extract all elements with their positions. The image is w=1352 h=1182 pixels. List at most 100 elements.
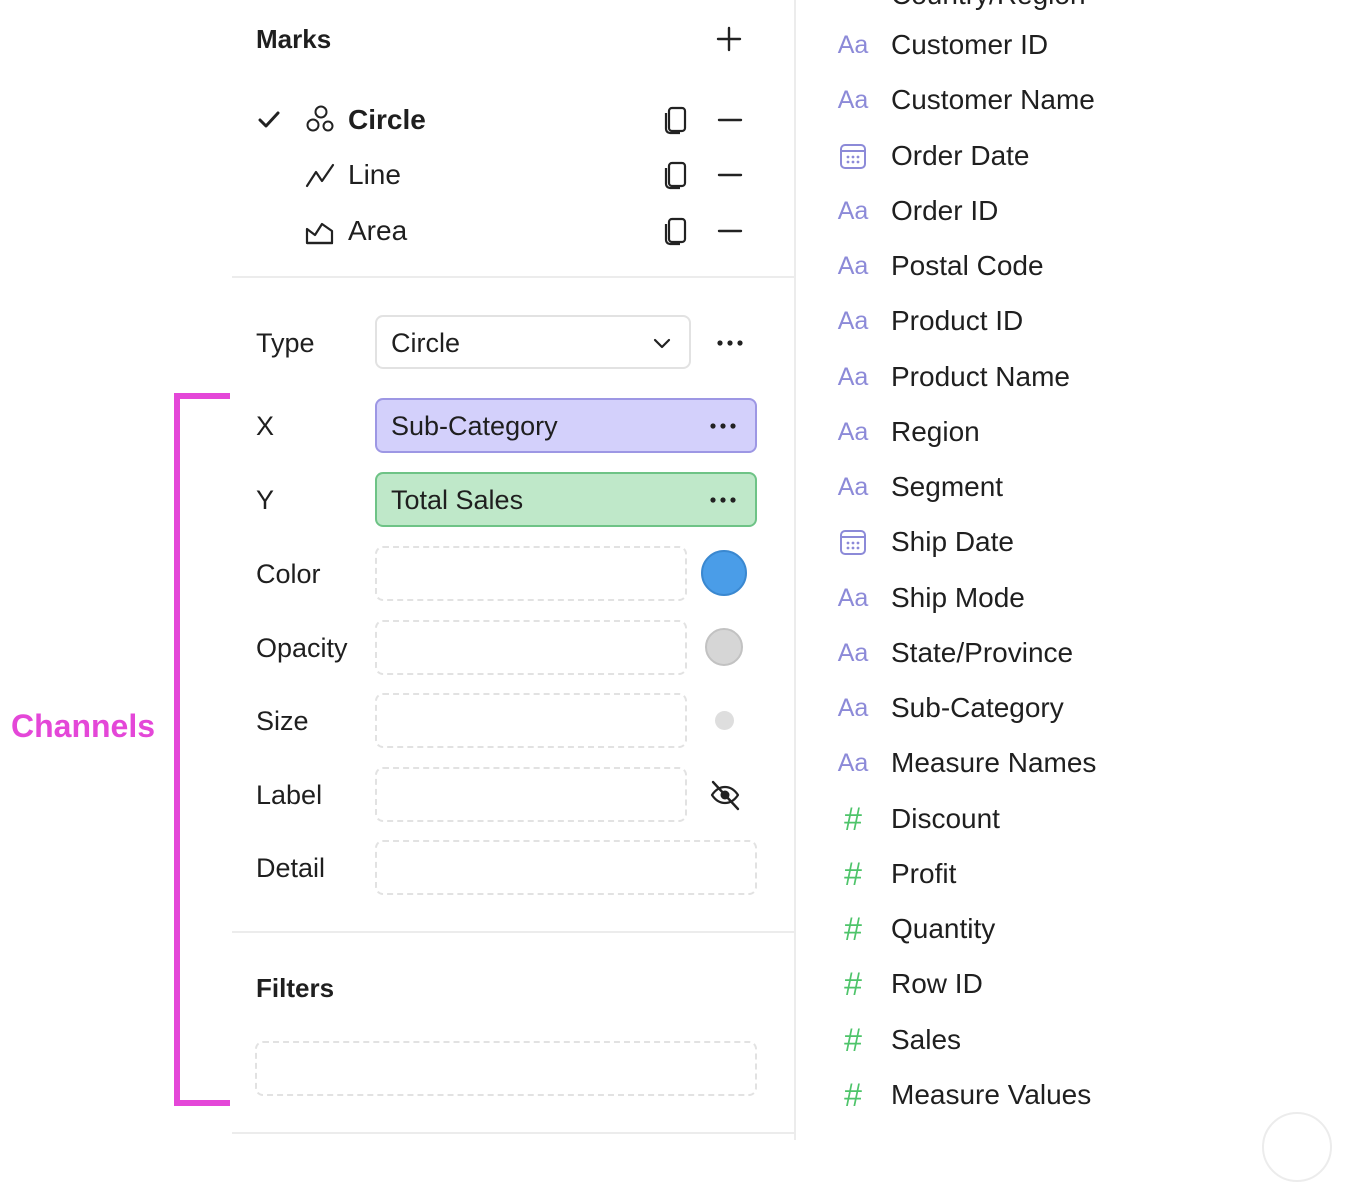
field-item[interactable]: # Measure Values bbox=[836, 1073, 1256, 1117]
size-channel-dropzone[interactable] bbox=[375, 693, 687, 748]
remove-mark-button[interactable] bbox=[714, 215, 746, 247]
y-channel-pill[interactable]: Total Sales bbox=[375, 472, 757, 527]
field-name: Product ID bbox=[891, 305, 1024, 336]
mark-item-line[interactable]: Line bbox=[256, 151, 756, 199]
field-item[interactable]: # Discount bbox=[836, 797, 1256, 841]
field-item[interactable]: Aa Customer Name bbox=[836, 78, 1256, 122]
corner-button[interactable] bbox=[1262, 1112, 1332, 1182]
color-channel-dropzone[interactable] bbox=[375, 546, 687, 601]
field-name: Customer ID bbox=[891, 29, 1049, 60]
field-item[interactable]: Ship Date bbox=[836, 520, 1256, 564]
mark-type-value: Circle bbox=[391, 328, 461, 358]
field-item[interactable]: Order Date bbox=[836, 134, 1256, 178]
minus-icon bbox=[717, 118, 743, 122]
x-channel-pill[interactable]: Sub-Category bbox=[375, 398, 757, 453]
color-swatch[interactable] bbox=[701, 550, 747, 596]
channels-annotation-label: Channels bbox=[11, 708, 156, 744]
mark-item-area[interactable]: Area bbox=[256, 207, 756, 255]
size-channel-label: Size bbox=[256, 706, 309, 736]
check-icon bbox=[258, 111, 280, 128]
field-item[interactable]: Aa Ship Mode bbox=[836, 576, 1256, 620]
field-item[interactable]: Aa Product Name bbox=[836, 355, 1256, 399]
text-type-icon: Aa bbox=[837, 693, 869, 722]
duplicate-icon bbox=[664, 106, 687, 135]
field-name: Region bbox=[891, 416, 980, 447]
number-type-icon: # bbox=[844, 910, 862, 947]
x-channel-more-button[interactable] bbox=[703, 410, 743, 442]
color-channel-label: Color bbox=[256, 559, 321, 589]
field-item[interactable]: # Quantity bbox=[836, 907, 1256, 951]
area-mark-icon bbox=[305, 222, 334, 245]
field-item[interactable]: Aa Segment bbox=[836, 465, 1256, 509]
field-item[interactable]: # Row ID bbox=[836, 962, 1256, 1006]
type-more-button[interactable] bbox=[710, 326, 750, 360]
field-name: Measure Values bbox=[891, 1079, 1092, 1110]
field-item[interactable]: Aa Postal Code bbox=[836, 244, 1256, 288]
text-type-icon: Aa bbox=[837, 30, 869, 59]
label-visibility-toggle[interactable] bbox=[706, 776, 744, 814]
field-item[interactable]: Aa Product ID bbox=[836, 299, 1256, 343]
field-item-partial[interactable]: Country/Region bbox=[891, 0, 1086, 12]
mark-type-select[interactable]: Circle bbox=[375, 315, 691, 369]
mark-item-label: Line bbox=[348, 159, 401, 190]
text-type-icon: Aa bbox=[837, 417, 869, 446]
eye-off-icon bbox=[710, 780, 740, 811]
label-channel-dropzone[interactable] bbox=[375, 767, 687, 822]
opacity-channel-label: Opacity bbox=[256, 633, 348, 663]
line-mark-icon bbox=[305, 163, 335, 188]
remove-mark-button[interactable] bbox=[714, 104, 746, 136]
y-channel-more-button[interactable] bbox=[703, 484, 743, 516]
filters-title: Filters bbox=[256, 973, 335, 1003]
size-swatch[interactable] bbox=[715, 711, 734, 730]
field-item[interactable]: # Profit bbox=[836, 852, 1256, 896]
y-channel-label: Y bbox=[256, 485, 275, 515]
opacity-swatch[interactable] bbox=[705, 628, 743, 666]
field-item[interactable]: Aa Sub-Category bbox=[836, 686, 1256, 730]
text-type-icon: Aa bbox=[837, 251, 869, 280]
field-name: Order ID bbox=[891, 195, 999, 226]
field-name: Ship Date bbox=[891, 526, 1014, 557]
field-name: Postal Code bbox=[891, 250, 1044, 281]
filters-dropzone[interactable] bbox=[255, 1041, 757, 1096]
field-item[interactable]: Aa State/Province bbox=[836, 631, 1256, 675]
x-channel-value: Sub-Category bbox=[391, 411, 558, 441]
more-icon bbox=[710, 497, 736, 503]
field-item[interactable]: Aa Customer ID bbox=[836, 23, 1256, 67]
detail-channel-dropzone[interactable] bbox=[375, 840, 757, 895]
circle-mark-icon bbox=[306, 105, 334, 132]
field-name: Quantity bbox=[891, 913, 996, 944]
field-name: Order Date bbox=[891, 140, 1030, 171]
remove-mark-button[interactable] bbox=[714, 159, 746, 191]
field-name: Product Name bbox=[891, 361, 1070, 392]
text-type-icon: Aa bbox=[837, 362, 869, 391]
number-type-icon: # bbox=[844, 1021, 862, 1058]
text-type-icon: Aa bbox=[837, 638, 869, 667]
field-name: Sales bbox=[891, 1024, 962, 1055]
channels-divider bbox=[232, 931, 794, 933]
field-name: Discount bbox=[891, 803, 1000, 834]
duplicate-mark-button[interactable] bbox=[660, 159, 690, 191]
mark-item-circle[interactable]: Circle bbox=[256, 96, 756, 144]
field-item[interactable]: Aa Region bbox=[836, 410, 1256, 454]
marks-title: Marks bbox=[256, 24, 332, 54]
opacity-channel-dropzone[interactable] bbox=[375, 620, 687, 675]
field-item[interactable]: Aa Measure Names bbox=[836, 741, 1256, 785]
calendar-icon bbox=[836, 524, 870, 560]
field-name: Measure Names bbox=[891, 747, 1097, 778]
field-item[interactable]: Aa Order ID bbox=[836, 189, 1256, 233]
field-name: Segment bbox=[891, 471, 1004, 502]
more-icon bbox=[717, 340, 743, 346]
plus-icon bbox=[716, 26, 742, 52]
add-mark-button[interactable] bbox=[712, 22, 746, 56]
more-icon bbox=[710, 423, 736, 429]
duplicate-mark-button[interactable] bbox=[660, 215, 690, 247]
type-label: Type bbox=[256, 328, 315, 358]
text-type-icon: Aa bbox=[837, 85, 869, 114]
calendar-icon bbox=[836, 138, 870, 174]
duplicate-icon bbox=[664, 217, 687, 246]
y-channel-value: Total Sales bbox=[391, 485, 524, 515]
field-item[interactable]: # Sales bbox=[836, 1018, 1256, 1062]
number-type-icon: # bbox=[844, 1076, 862, 1113]
field-name: Profit bbox=[891, 858, 957, 889]
duplicate-mark-button[interactable] bbox=[660, 104, 690, 136]
